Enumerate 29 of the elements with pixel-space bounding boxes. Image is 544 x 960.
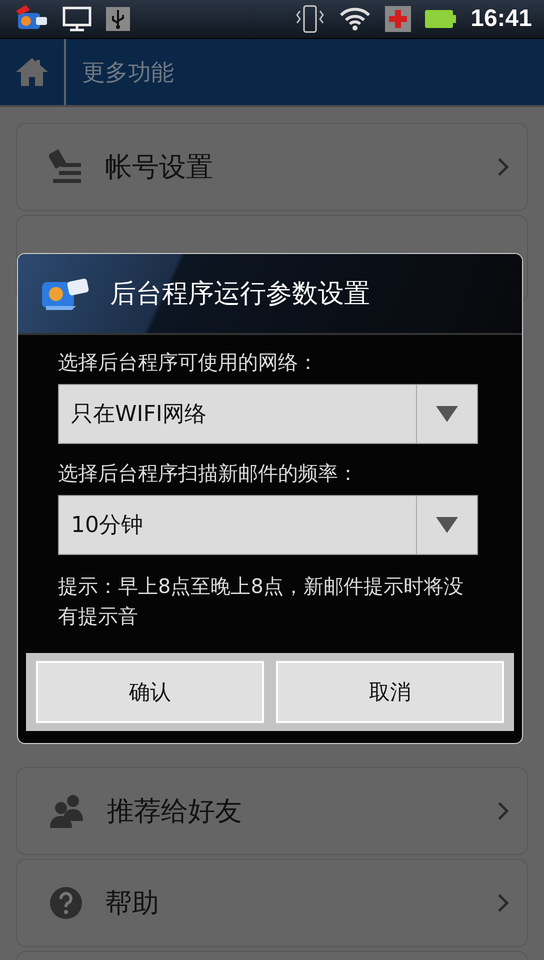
help-icon bbox=[49, 886, 83, 920]
battery-icon bbox=[424, 9, 457, 29]
medical-cross-icon bbox=[384, 6, 411, 32]
dialog-title: 后台程序运行参数设置 bbox=[110, 278, 370, 311]
chevron-icon bbox=[497, 801, 509, 821]
cancel-button[interactable]: 取消 bbox=[276, 661, 504, 723]
home-icon bbox=[15, 57, 49, 87]
chevron-icon bbox=[497, 893, 509, 913]
id-card-icon bbox=[49, 149, 83, 185]
clock: 16:41 bbox=[470, 5, 532, 33]
field-label: 选择后台程序可使用的网络： bbox=[58, 349, 319, 376]
dropdown[interactable]: 10分钟 bbox=[58, 495, 478, 555]
vibrate-icon bbox=[294, 5, 325, 33]
mail-app-icon bbox=[40, 276, 90, 312]
caret-icon bbox=[436, 406, 458, 422]
dropdown[interactable]: 只在WIFI网络 bbox=[58, 384, 478, 444]
usb-icon bbox=[106, 7, 130, 31]
monitor-icon bbox=[62, 6, 92, 32]
people-icon bbox=[49, 793, 85, 829]
menu-item-label: 帮助 bbox=[105, 887, 160, 921]
wifi-icon bbox=[338, 7, 371, 31]
menu-item-label: 帐号设置 bbox=[105, 151, 214, 185]
field-label: 选择后台程序扫描新邮件的频率： bbox=[58, 460, 359, 487]
page-title: 更多功能 bbox=[82, 58, 174, 88]
chevron-icon bbox=[497, 157, 509, 177]
hint-text: 提示：早上8点至晚上8点，新邮件提示时将没有提示音 bbox=[58, 573, 464, 630]
confirm-button[interactable]: 确认 bbox=[36, 661, 264, 723]
menu-item-label: 推荐给好友 bbox=[107, 795, 243, 829]
caret-icon bbox=[436, 517, 458, 533]
